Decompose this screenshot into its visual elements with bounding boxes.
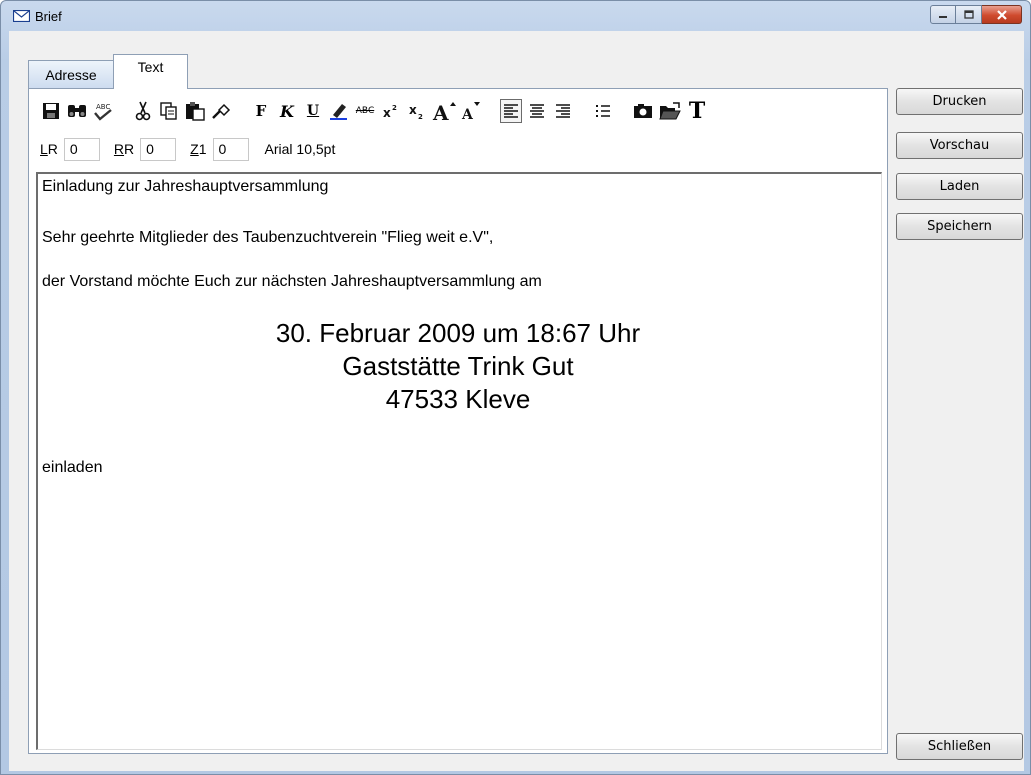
save-button[interactable]: Speichern: [896, 213, 1023, 240]
caption-buttons: [930, 5, 1022, 25]
font-grow-icon[interactable]: A: [432, 99, 456, 123]
lr-label: LR: [40, 141, 58, 157]
load-button[interactable]: Laden: [896, 173, 1023, 200]
maximize-button[interactable]: [956, 5, 982, 24]
doc-paragraph: der Vorstand möchte Euch zur nächsten Ja…: [42, 273, 542, 290]
align-center-icon[interactable]: [526, 99, 548, 123]
find-icon[interactable]: [66, 99, 88, 123]
svg-text:A: A: [461, 107, 474, 122]
svg-text:x: x: [383, 106, 391, 120]
margin-fields-row: LR RR Z1 Arial 10,5pt: [40, 137, 335, 161]
tab-text[interactable]: Text: [113, 54, 188, 89]
svg-text:2: 2: [418, 113, 423, 121]
superscript-icon[interactable]: x2: [380, 99, 402, 123]
rr-input[interactable]: [140, 137, 177, 161]
z1-label: Z1: [190, 141, 207, 157]
document-editor[interactable]: Einladung zur Jahreshauptversammlung Seh…: [36, 172, 882, 750]
doc-venue-line: Gaststätte Trink Gut: [342, 351, 574, 381]
highlight-icon[interactable]: [328, 99, 350, 123]
open-folder-icon[interactable]: [658, 99, 682, 123]
lr-input[interactable]: [63, 137, 100, 161]
title-bar[interactable]: Brief: [1, 1, 1030, 31]
minimize-icon: [939, 15, 947, 18]
formatting-toolbar: ABC F K U ABC x2 x2 A A T: [40, 93, 880, 129]
svg-text:A: A: [432, 101, 449, 122]
preview-button[interactable]: Vorschau: [896, 132, 1023, 159]
doc-city-line: 47533 Kleve: [385, 384, 531, 414]
svg-text:ABC: ABC: [96, 103, 110, 111]
align-right-icon[interactable]: [552, 99, 574, 123]
close-button[interactable]: Schließen: [896, 733, 1023, 760]
align-left-icon[interactable]: [500, 99, 522, 123]
strikethrough-icon[interactable]: ABC: [354, 99, 376, 123]
window-title: Brief: [35, 9, 62, 24]
envelope-icon: [13, 10, 30, 22]
spellcheck-icon[interactable]: ABC: [92, 99, 114, 123]
minimize-button[interactable]: [930, 5, 956, 24]
close-window-button[interactable]: [982, 5, 1022, 24]
italic-icon[interactable]: K: [276, 99, 298, 123]
bold-icon[interactable]: F: [250, 99, 272, 123]
doc-heading: Einladung zur Jahreshauptversammlung: [42, 178, 329, 195]
tab-adresse[interactable]: Adresse: [28, 60, 114, 88]
svg-text:2: 2: [392, 104, 397, 112]
doc-closing: einladen: [42, 459, 103, 476]
doc-salutation: Sehr geehrte Mitglieder des Taubenzuchtv…: [42, 229, 494, 246]
subscript-icon[interactable]: x2: [406, 99, 428, 123]
cut-icon[interactable]: [132, 99, 154, 123]
z1-input[interactable]: [212, 137, 249, 161]
font-shrink-icon[interactable]: A: [460, 99, 482, 123]
format-brush-icon[interactable]: [210, 99, 232, 123]
font-info-label: Arial 10,5pt: [264, 141, 336, 157]
close-icon: [996, 9, 1007, 20]
copy-icon[interactable]: [158, 99, 180, 123]
insert-image-icon[interactable]: [632, 99, 654, 123]
bullet-list-icon[interactable]: [592, 99, 614, 123]
save-icon[interactable]: [40, 99, 62, 123]
maximize-icon: [963, 10, 974, 19]
rr-label: RR: [113, 141, 135, 157]
paste-icon[interactable]: [184, 99, 206, 123]
svg-text:x: x: [409, 103, 417, 117]
underline-icon[interactable]: U: [302, 99, 324, 123]
font-icon[interactable]: T: [686, 98, 708, 124]
print-button[interactable]: Drucken: [896, 88, 1023, 115]
doc-date-line: 30. Februar 2009 um 18:67 Uhr: [275, 318, 641, 348]
